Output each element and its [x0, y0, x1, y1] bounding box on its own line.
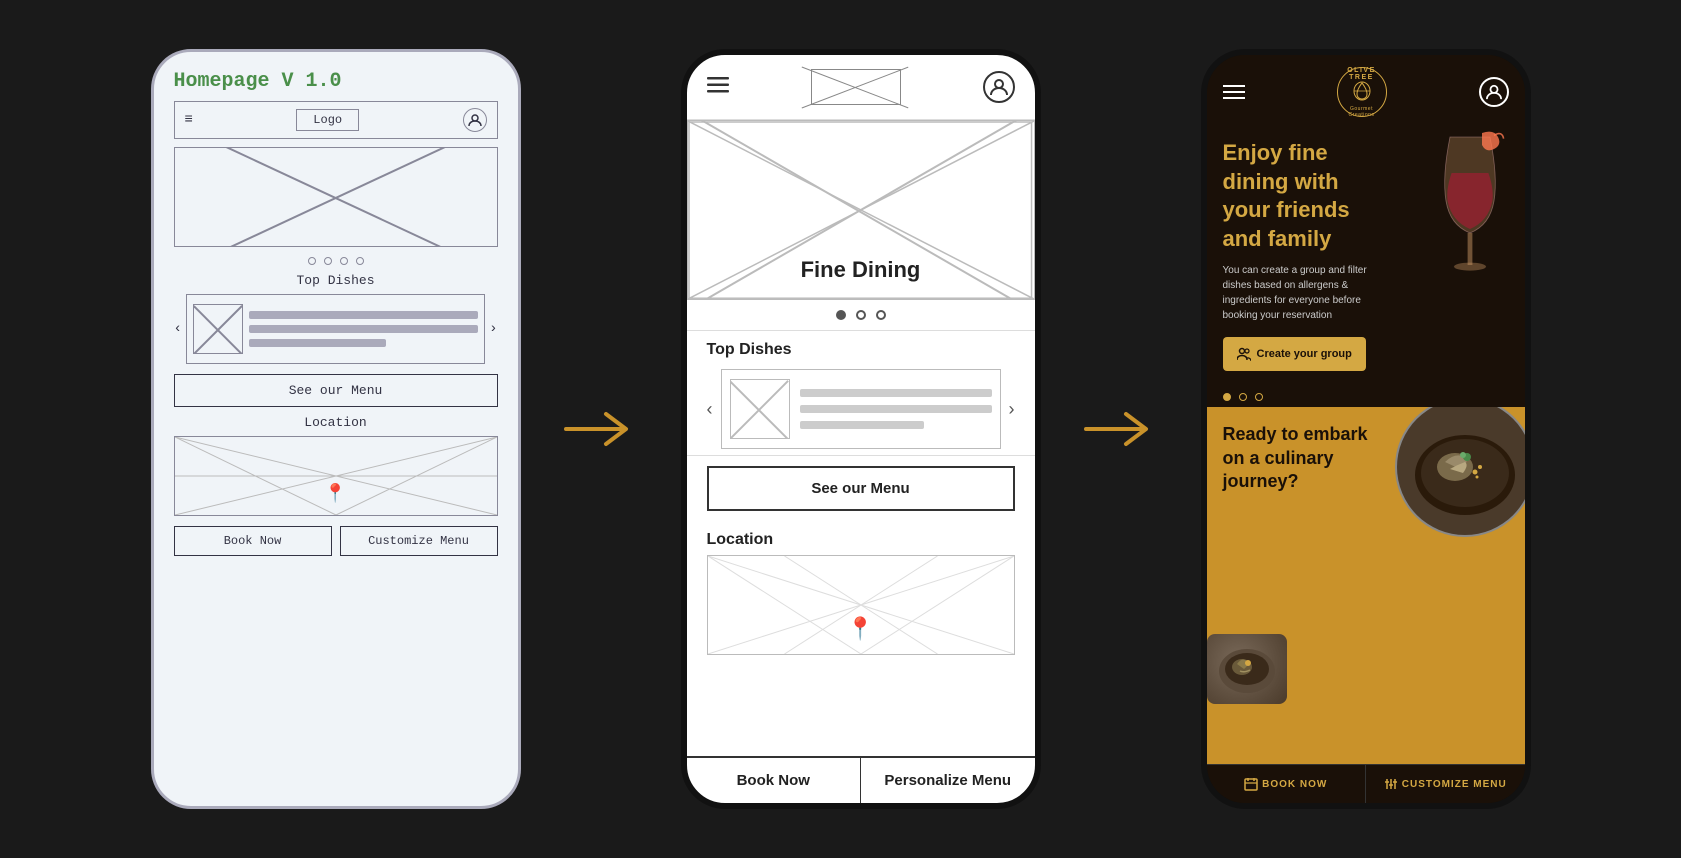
- create-group-button[interactable]: Create your group: [1223, 337, 1366, 371]
- hamburger-icon[interactable]: ≡: [185, 112, 193, 128]
- wf-hamburger-icon[interactable]: [707, 77, 729, 98]
- wf-book-now-button[interactable]: Book Now: [687, 758, 862, 803]
- wf-next-arrow-icon[interactable]: ›: [1009, 399, 1015, 420]
- wf-top-dishes-label: Top Dishes: [707, 341, 1015, 359]
- dot-3[interactable]: [340, 257, 348, 265]
- profile-icon: [463, 108, 487, 132]
- small-plate-image: [1207, 634, 1287, 704]
- logo-line2: Gourmet Creations: [1338, 106, 1386, 118]
- dot-4[interactable]: [356, 257, 364, 265]
- final-logo: OLIVE TREE Gourmet Creations: [1337, 67, 1387, 117]
- final-dot-1[interactable]: [1223, 393, 1231, 401]
- sketch-card-image: [193, 304, 243, 354]
- final-culinary-section: Ready to embark on a culinary journey?: [1207, 407, 1525, 764]
- card-line-2: [249, 325, 478, 333]
- dot-2[interactable]: [324, 257, 332, 265]
- card-line-1: [249, 311, 478, 319]
- wf-hero-text: Fine Dining: [688, 257, 1034, 283]
- arrow-1: [561, 404, 641, 454]
- see-menu-button[interactable]: See our Menu: [174, 374, 498, 407]
- final-dot-3[interactable]: [1255, 393, 1263, 401]
- wf-logo-placeholder: [811, 69, 901, 105]
- final-bottom-bar: BOOK NOW CUSTOMIZE MENU: [1207, 764, 1525, 803]
- wf-see-menu-button[interactable]: See our Menu: [707, 466, 1015, 511]
- wf-card-row: ‹ ›: [707, 369, 1015, 449]
- book-now-button[interactable]: Book Now: [174, 526, 332, 556]
- next-arrow-icon[interactable]: ›: [489, 321, 497, 337]
- card-line-3: [249, 339, 387, 347]
- final-dot-2[interactable]: [1239, 393, 1247, 401]
- wf-prev-arrow-icon[interactable]: ‹: [707, 399, 713, 420]
- wf-hero: Fine Dining: [687, 120, 1035, 300]
- wf-card-image: [730, 379, 790, 439]
- wf-carousel-dots: [687, 300, 1035, 331]
- main-stage: Homepage V 1.0 ≡ Logo: [0, 0, 1681, 858]
- wf-card-text: [800, 389, 992, 429]
- wf-location-label: Location: [707, 531, 1015, 549]
- final-hamburger-icon[interactable]: [1223, 85, 1245, 99]
- sketch-header: ≡ Logo: [174, 101, 498, 139]
- sketch-map: 📍: [174, 436, 498, 516]
- final-carousel-dots: [1207, 387, 1525, 407]
- customize-menu-button[interactable]: Customize Menu: [340, 526, 498, 556]
- wine-glass-image: [1415, 119, 1525, 299]
- map-pin-icon: 📍: [324, 483, 346, 505]
- sketch-carousel-dots: [164, 251, 508, 271]
- logo-line1: OLIVE TREE: [1338, 67, 1386, 81]
- wf-dot-3[interactable]: [876, 310, 886, 320]
- wf-line-2: [800, 405, 992, 413]
- wf-location-section: Location 📍: [687, 521, 1035, 655]
- final-customize-label: CUSTOMIZE MENU: [1402, 779, 1507, 790]
- phone-sketch: Homepage V 1.0 ≡ Logo: [151, 49, 521, 809]
- final-book-now-label: BOOK NOW: [1262, 779, 1327, 790]
- wf-profile-icon[interactable]: [983, 71, 1015, 103]
- final-book-now-button[interactable]: BOOK NOW: [1207, 765, 1367, 803]
- wf-header: [687, 55, 1035, 120]
- wf-line-1: [800, 389, 992, 397]
- sketch-card-text: [249, 311, 478, 347]
- arrow-2: [1081, 404, 1161, 454]
- final-dish-circle-image: [1395, 407, 1525, 537]
- final-hero-section: Enjoy fine dining with your friends and …: [1207, 129, 1525, 387]
- wf-map: 📍: [707, 555, 1015, 655]
- phone-wireframe: Fine Dining Top Dishes ‹ ›: [681, 49, 1041, 809]
- logo-box: Logo: [296, 109, 359, 131]
- final-hero-title: Enjoy fine dining with your friends and …: [1223, 139, 1380, 253]
- sketch-content: Homepage V 1.0 ≡ Logo: [164, 62, 508, 796]
- sketch-card-row: ‹ ›: [174, 294, 498, 364]
- wf-dot-1[interactable]: [836, 310, 846, 320]
- final-customize-menu-button[interactable]: CUSTOMIZE MENU: [1366, 765, 1525, 803]
- wf-bottom-bar: Book Now Personalize Menu: [687, 756, 1035, 803]
- dot-1[interactable]: [308, 257, 316, 265]
- wf-top-dishes-section: Top Dishes ‹ ›: [687, 331, 1035, 456]
- create-group-label: Create your group: [1257, 348, 1352, 360]
- wf-dot-2[interactable]: [856, 310, 866, 320]
- wf-map-pin-icon: 📍: [847, 616, 874, 642]
- wf-dish-card: [721, 369, 1001, 449]
- final-header: OLIVE TREE Gourmet Creations: [1207, 55, 1525, 129]
- phone-final: OLIVE TREE Gourmet Creations Enjoy fi: [1201, 49, 1531, 809]
- final-hero-desc: You can create a group and filter dishes…: [1223, 263, 1380, 323]
- sketch-title: Homepage V 1.0: [164, 62, 508, 97]
- final-profile-icon[interactable]: [1479, 77, 1509, 107]
- sketch-bottom-buttons: Book Now Customize Menu: [174, 526, 498, 556]
- location-label: Location: [164, 413, 508, 432]
- wf-personalize-menu-button[interactable]: Personalize Menu: [861, 758, 1035, 803]
- top-dishes-label: Top Dishes: [164, 271, 508, 290]
- final-culinary-title: Ready to embark on a culinary journey?: [1223, 423, 1380, 493]
- wf-line-3: [800, 421, 925, 429]
- sketch-card: [186, 294, 485, 364]
- sketch-hero-image: [174, 147, 498, 247]
- prev-arrow-icon[interactable]: ‹: [174, 321, 182, 337]
